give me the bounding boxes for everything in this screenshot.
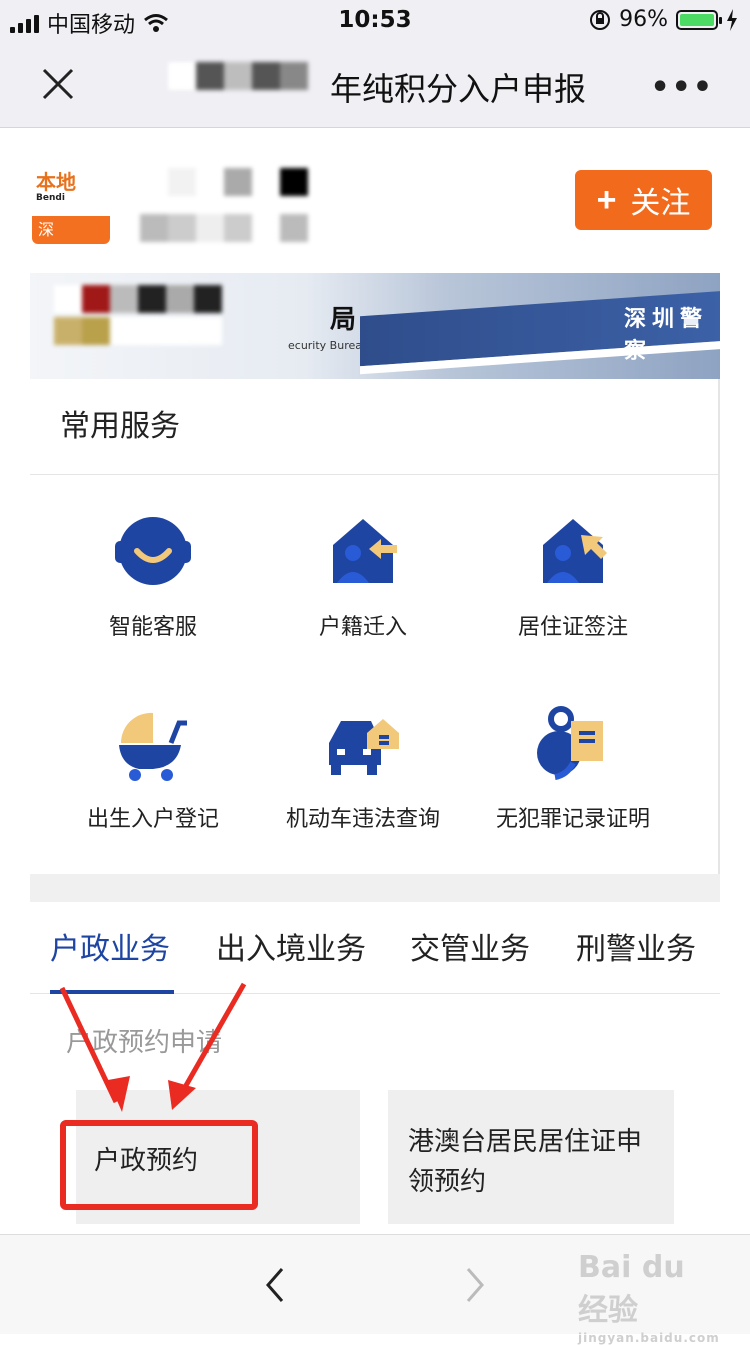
section-separator xyxy=(30,874,720,902)
logo-text: 本地 xyxy=(36,170,76,194)
banner-bureau-en: ecurity Bureau xyxy=(288,339,369,352)
watermark-url: jingyan.baidu.com xyxy=(578,1331,720,1345)
service-label: 出生入户登记 xyxy=(86,807,219,832)
charging-icon xyxy=(727,8,737,31)
service-label: 智能客服 xyxy=(108,615,197,640)
annotation-arrows-icon xyxy=(59,982,247,1112)
logo-bottom-text: 深 xyxy=(38,220,55,239)
logo-subtext: Bendi xyxy=(36,193,65,203)
account-header: 本地 Bendi 深 + 关注 xyxy=(0,128,750,273)
banner-redacted-area xyxy=(54,285,284,365)
tab-criminal[interactable]: 刑警业务 xyxy=(576,924,696,968)
nav-bar: 年纯积分入户申报 ••• xyxy=(0,40,750,128)
card-residence-permit-appointment[interactable]: 港澳台居民居住证申领预约 xyxy=(388,1090,674,1224)
forward-arrow-icon[interactable] xyxy=(464,1265,488,1305)
account-logo: 本地 Bendi 深 xyxy=(32,166,110,244)
banner-bureau-char: 局 xyxy=(330,305,357,335)
account-name-redacted xyxy=(140,168,320,254)
service-label: 户籍迁入 xyxy=(318,615,407,640)
services-heading: 常用服务 xyxy=(30,379,718,475)
tab-traffic[interactable]: 交管业务 xyxy=(410,924,530,968)
house-arrow-in-icon xyxy=(333,519,397,583)
watermark-text: Bai du 经验 xyxy=(578,1250,685,1328)
more-menu-icon[interactable]: ••• xyxy=(650,70,714,105)
status-bar: 中国移动 10:53 96% xyxy=(0,0,750,40)
house-pointer-icon xyxy=(543,519,607,583)
service-customer-service[interactable]: 智能客服 xyxy=(38,511,268,641)
plus-icon: + xyxy=(596,180,617,219)
orientation-lock-icon xyxy=(590,9,611,30)
battery-percent: 96% xyxy=(619,7,668,32)
back-arrow-icon[interactable] xyxy=(262,1265,286,1305)
title-redacted-area xyxy=(168,62,333,112)
battery-icon xyxy=(676,9,722,30)
banner-sign-text: 深圳警察 xyxy=(624,307,709,364)
service-label: 无犯罪记录证明 xyxy=(495,807,650,832)
car-house-icon xyxy=(329,719,399,775)
service-household-move-in[interactable]: 户籍迁入 xyxy=(248,511,478,641)
service-birth-registration[interactable]: 出生入户登记 xyxy=(38,703,268,833)
follow-button[interactable]: + 关注 xyxy=(575,170,712,230)
card-label: 港澳台居民居住证申领预约 xyxy=(408,1127,643,1197)
stroller-icon xyxy=(119,712,187,781)
watermark: Bai du 经验 jingyan.baidu.com xyxy=(578,1250,720,1345)
document-shield-icon xyxy=(537,706,603,780)
services-grid: 智能客服 户籍迁入 居住证签注 出生入户登记 机动车违法查询 无犯罪记录证明 xyxy=(30,475,718,874)
common-services: 常用服务 智能客服 户籍迁入 居住证签注 出生入户登记 机动车违法查询 无犯罪记… xyxy=(30,379,720,874)
service-label: 居住证签注 xyxy=(517,615,628,640)
banner-image[interactable]: 局 ecurity Bureau 深圳警察 xyxy=(30,273,720,379)
page-title: 年纯积分入户申报 xyxy=(330,70,587,108)
highlight-box xyxy=(60,1120,258,1210)
service-no-criminal-record[interactable]: 无犯罪记录证明 xyxy=(458,703,688,833)
follow-label: 关注 xyxy=(630,187,691,220)
tab-household[interactable]: 户政业务 xyxy=(50,924,170,968)
close-icon[interactable] xyxy=(36,62,80,106)
service-residence-permit[interactable]: 居住证签注 xyxy=(458,511,688,641)
customer-service-icon xyxy=(115,517,191,585)
tab-entry-exit[interactable]: 出入境业务 xyxy=(216,924,366,968)
service-label: 机动车违法查询 xyxy=(285,807,440,832)
service-vehicle-violation[interactable]: 机动车违法查询 xyxy=(248,703,478,833)
